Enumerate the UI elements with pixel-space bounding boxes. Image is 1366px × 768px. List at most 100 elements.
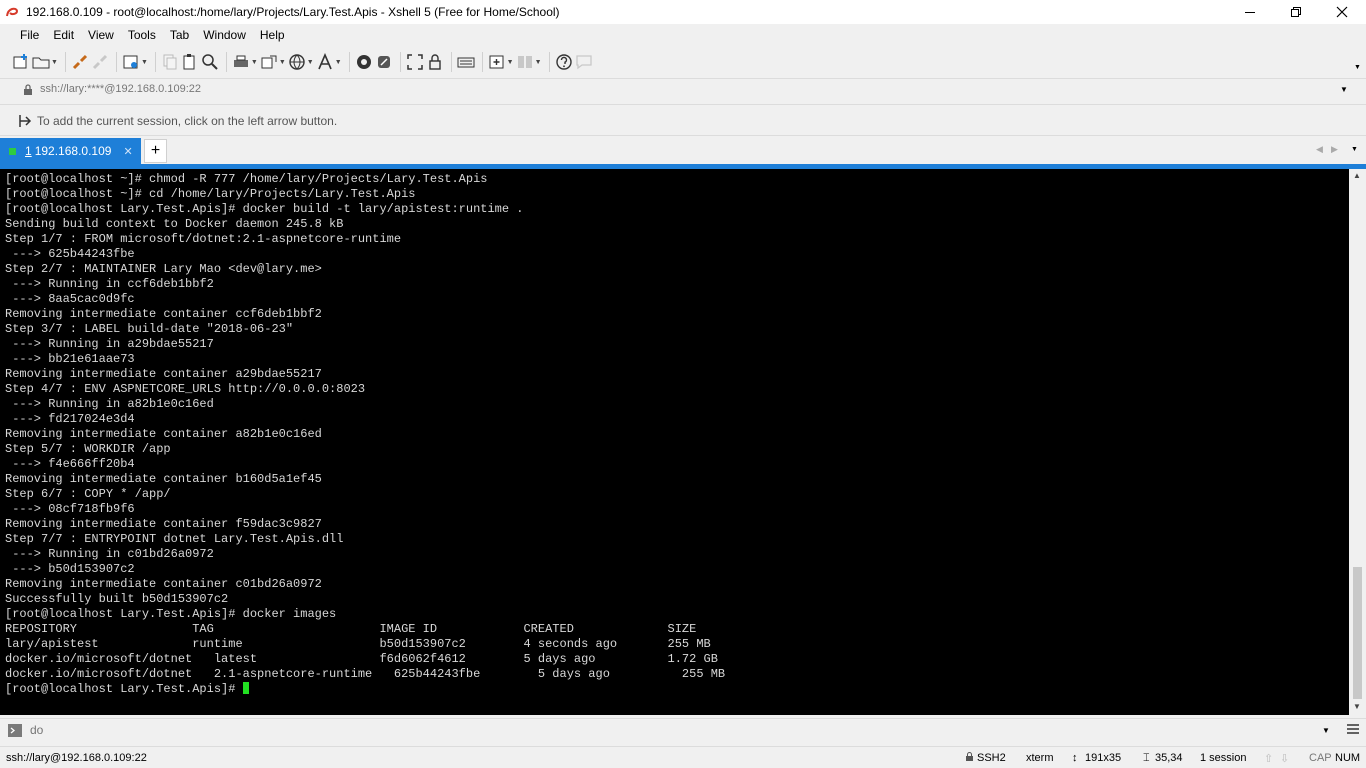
terminal-line: Step 6/7 : COPY * /app/ <box>5 487 171 501</box>
terminal-prompt-line: [root@localhost Lary.Test.Apis]# <box>5 682 1349 697</box>
chat-button[interactable] <box>575 50 593 74</box>
terminal-line: ---> bb21e61aae73 <box>5 352 135 366</box>
keyboard-button[interactable] <box>457 50 475 74</box>
tab-list-dropdown-icon[interactable]: ▼ <box>1351 146 1358 153</box>
menu-tab[interactable]: Tab <box>163 24 196 46</box>
toolbar-overflow-icon[interactable]: ▼ <box>1354 64 1361 71</box>
print-button[interactable]: ▼ <box>232 50 258 74</box>
toolbar-separator <box>64 52 66 72</box>
paste-icon <box>183 54 195 70</box>
menu-window[interactable]: Window <box>196 24 253 46</box>
address-dropdown-icon[interactable]: ▼ <box>1340 85 1348 94</box>
chat-icon <box>575 55 592 70</box>
keyboard-icon <box>457 57 475 68</box>
minimize-button[interactable] <box>1227 0 1273 24</box>
fullscreen-button[interactable] <box>406 50 424 74</box>
disconnect-button[interactable] <box>91 50 109 74</box>
tab-session-1[interactable]: 1 192.168.0.109 ✕ <box>0 138 141 164</box>
encoding-button[interactable]: ▼ <box>288 50 314 74</box>
search-icon <box>202 54 218 70</box>
compose-dropdown-icon[interactable]: ▼ <box>1322 726 1330 735</box>
toolbar-separator <box>399 52 401 72</box>
terminal-line: ---> Running in ccf6deb1bbf2 <box>5 277 214 291</box>
status-protocol: SSH2 <box>977 752 1006 764</box>
tab-scroll-right-icon[interactable]: ▶ <box>1331 144 1338 155</box>
properties-icon <box>123 55 138 69</box>
properties-button[interactable]: ▼ <box>122 50 148 74</box>
help-button[interactable] <box>555 50 573 74</box>
menu-tools[interactable]: Tools <box>121 24 163 46</box>
paste-button[interactable] <box>181 50 199 74</box>
toolbar-separator <box>548 52 550 72</box>
unlink-icon <box>92 54 107 70</box>
link-icon <box>72 54 87 70</box>
connect-button[interactable] <box>71 50 89 74</box>
terminal-line: Successfully built b50d153907c2 <box>5 592 229 606</box>
layout-icon <box>517 56 532 68</box>
status-bar: ssh://lary@192.168.0.109:22 SSH2 xterm ↕… <box>0 746 1366 768</box>
restore-icon <box>1291 7 1301 17</box>
compose-bar: ▼ <box>0 718 1366 744</box>
copy-button[interactable] <box>161 50 179 74</box>
tab-bar: 1 192.168.0.109 ✕ + ◀ ▶ ▼ <box>0 138 1366 164</box>
terminal-line: Removing intermediate container a82b1e0c… <box>5 427 322 441</box>
fullscreen-icon <box>406 54 423 70</box>
toolbar-separator <box>481 52 483 72</box>
status-protocol-lock-icon <box>965 752 974 765</box>
lock-icon <box>428 54 441 70</box>
chevron-down-icon: ▼ <box>140 58 148 66</box>
tab-scroll-left-icon[interactable]: ◀ <box>1316 144 1323 155</box>
open-session-button[interactable]: ▼ <box>32 50 58 74</box>
font-icon <box>317 53 332 70</box>
chevron-down-icon: ▼ <box>250 58 258 66</box>
terminal-line: docker.io/microsoft/dotnet latest f6d606… <box>5 652 718 666</box>
xftp-button[interactable] <box>355 50 373 74</box>
new-session-button[interactable] <box>12 50 30 74</box>
new-session-icon <box>13 54 27 69</box>
add-tab-button[interactable]: + <box>144 139 167 163</box>
menu-view[interactable]: View <box>81 24 121 46</box>
status-cursor-icon: ⌶ <box>1143 752 1150 764</box>
tab-close-icon[interactable]: ✕ <box>123 145 132 158</box>
transfer-button[interactable]: ▼ <box>260 50 286 74</box>
add-session-arrow-icon[interactable] <box>18 114 32 131</box>
chevron-down-icon: ▼ <box>278 58 286 66</box>
lock-button[interactable] <box>426 50 444 74</box>
new-tab-button[interactable]: ▼ <box>488 50 514 74</box>
find-button[interactable] <box>201 50 219 74</box>
restore-button[interactable] <box>1273 0 1319 24</box>
font-button[interactable]: ▼ <box>316 50 342 74</box>
scroll-down-icon[interactable]: ▼ <box>1353 702 1361 711</box>
terminal-line: [root@localhost Lary.Test.Apis]# docker … <box>5 607 337 621</box>
address-input[interactable] <box>40 83 1320 95</box>
terminal-prompt: [root@localhost Lary.Test.Apis]# <box>5 682 243 696</box>
terminal-line: Removing intermediate container c01bd26a… <box>5 577 322 591</box>
terminal-line: ---> Running in c01bd26a0972 <box>5 547 214 561</box>
terminal-line: Removing intermediate container a29bdae5… <box>5 367 322 381</box>
script-icon <box>377 56 390 68</box>
globe-icon <box>289 54 305 70</box>
toolbar-separator <box>154 52 156 72</box>
lock-icon <box>23 84 33 99</box>
terminal-output[interactable]: [root@localhost ~]# chmod -R 777 /home/l… <box>0 169 1349 715</box>
terminal-line: ---> 08cf718fb9f6 <box>5 502 135 516</box>
xshell-app-icon[interactable] <box>4 4 20 20</box>
scrollbar-thumb[interactable] <box>1353 567 1362 699</box>
toolbar-separator <box>450 52 452 72</box>
title-bar[interactable]: 192.168.0.109 - root@localhost:/home/lar… <box>0 0 1366 24</box>
layout-button[interactable]: ▼ <box>516 50 542 74</box>
menu-help[interactable]: Help <box>253 24 292 46</box>
close-button[interactable] <box>1319 0 1365 24</box>
menu-file[interactable]: File <box>13 24 46 46</box>
status-next-session-icon[interactable]: ⇩ <box>1280 752 1289 765</box>
status-prev-session-icon[interactable]: ⇧ <box>1264 752 1273 765</box>
menu-edit[interactable]: Edit <box>46 24 81 46</box>
script-button[interactable] <box>375 50 393 74</box>
terminal-line: [root@localhost ~]# chmod -R 777 /home/l… <box>5 172 488 186</box>
terminal-scrollbar[interactable]: ▲ ▼ <box>1349 169 1366 715</box>
scroll-up-icon[interactable]: ▲ <box>1353 171 1361 180</box>
compose-menu-icon[interactable] <box>1347 723 1359 738</box>
compose-input[interactable] <box>30 723 1310 737</box>
terminal-line: Step 7/7 : ENTRYPOINT dotnet Lary.Test.A… <box>5 532 344 546</box>
chevron-down-icon: ▼ <box>51 58 58 66</box>
